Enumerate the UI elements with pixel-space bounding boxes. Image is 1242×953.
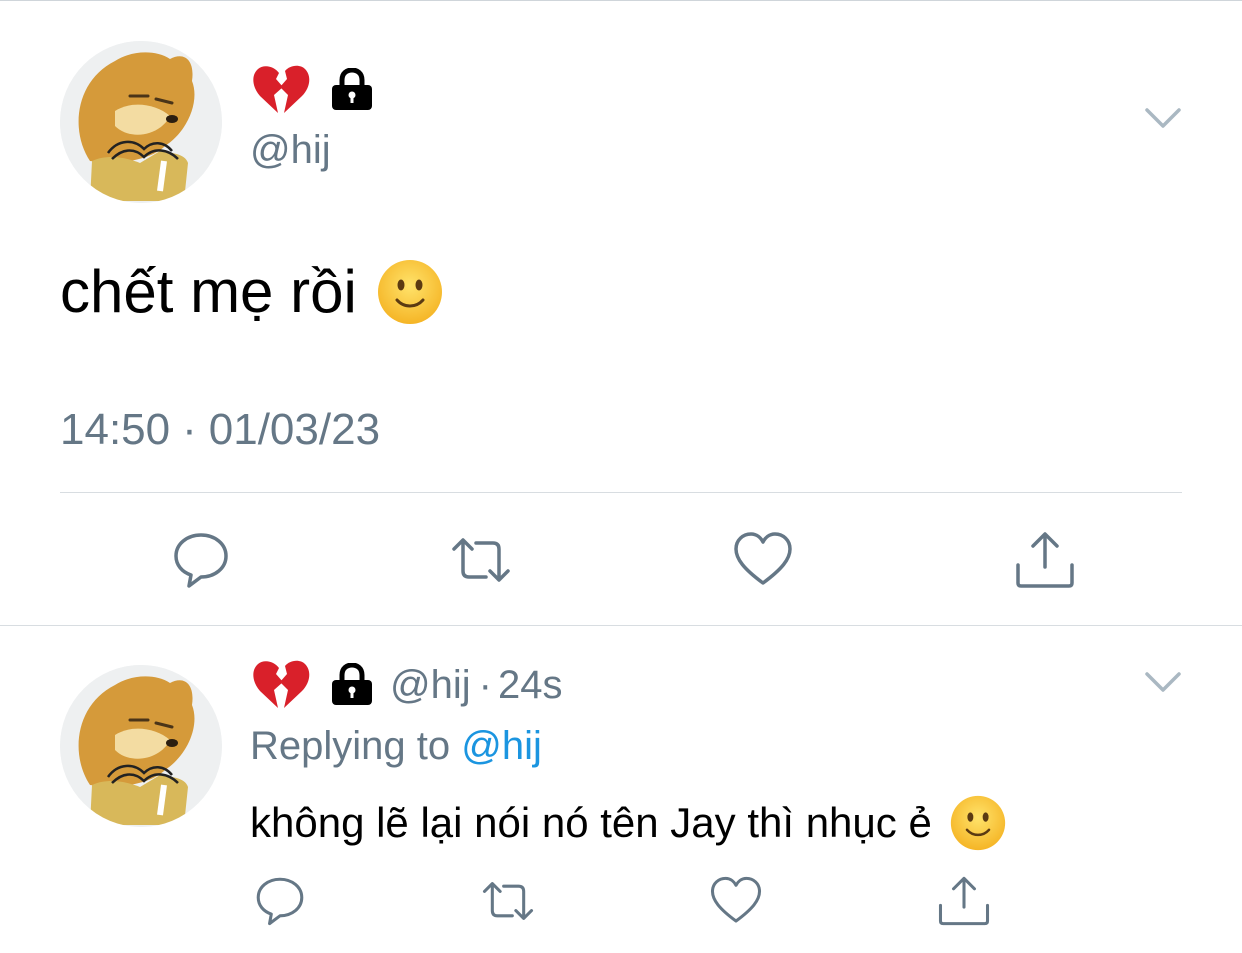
meta-separator: · — [478, 662, 492, 707]
broken-heart-icon — [252, 660, 310, 710]
divider — [60, 492, 1182, 493]
display-name — [252, 64, 374, 116]
reply-icon[interactable] — [253, 874, 307, 928]
slightly-smiling-face-icon — [377, 259, 443, 325]
chevron-down-icon[interactable] — [1144, 668, 1182, 696]
avatar[interactable] — [60, 41, 222, 203]
reply-age: 24s — [497, 662, 563, 707]
retweet-icon[interactable] — [481, 874, 535, 928]
tweet-time: 14:50 — [60, 405, 171, 454]
handle[interactable]: @hij — [250, 124, 331, 176]
tweet-date: 01/03/23 — [208, 405, 381, 454]
tweet-separator — [0, 625, 1242, 626]
share-icon[interactable] — [1014, 529, 1076, 591]
broken-heart-icon — [252, 65, 310, 115]
tweet-text-content: chết mẹ rồi — [60, 258, 357, 325]
reply-text: không lẽ lại nói nó tên Jay thì nhục ẻ — [250, 794, 1006, 852]
top-border — [0, 0, 1242, 1]
reply-header: @hij · 24s — [252, 658, 562, 712]
reply-text-content: không lẽ lại nói nó tên Jay thì nhục ẻ — [250, 799, 932, 846]
meta-separator: · — [182, 405, 197, 454]
retweet-icon[interactable] — [450, 529, 512, 591]
reply-avatar[interactable] — [60, 665, 222, 827]
replying-to-mention[interactable]: @hij — [461, 724, 542, 768]
slightly-smiling-face-icon — [950, 795, 1006, 851]
share-icon[interactable] — [937, 874, 991, 928]
tweet-timestamp[interactable]: 14:50 · 01/03/23 — [60, 402, 380, 458]
lock-icon — [330, 68, 374, 112]
replying-to: Replying to @hij — [250, 720, 542, 772]
reply-icon[interactable] — [170, 529, 232, 591]
like-icon[interactable] — [709, 874, 763, 928]
replying-to-label: Replying to — [250, 724, 451, 768]
lock-icon — [330, 663, 374, 707]
like-icon[interactable] — [732, 529, 794, 591]
reply-handle[interactable]: @hij — [390, 663, 471, 708]
chevron-down-icon[interactable] — [1144, 104, 1182, 132]
tweet-text: chết mẹ rồi — [60, 256, 443, 328]
